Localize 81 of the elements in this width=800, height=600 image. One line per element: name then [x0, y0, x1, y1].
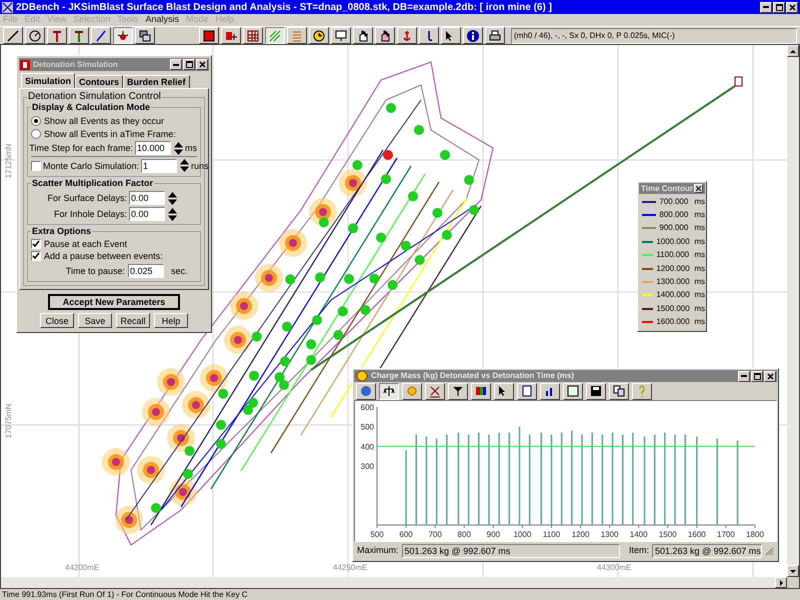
y-tick-label: 600	[360, 403, 374, 412]
option-label: Show all Events as they occur	[44, 114, 164, 126]
x-tick-label: 1600	[688, 530, 706, 539]
x-tick-label: 1000	[513, 530, 532, 539]
legend-unit: ms	[694, 302, 705, 315]
group-title: Display & Calculation Mode	[31, 101, 152, 113]
status-info-field: (mh0 / 46), -, -, Sx 0, DHx 0, P 0.025s, MIC(-)	[511, 28, 797, 44]
easting-label: 44250mE	[333, 563, 368, 573]
dialog-button[interactable]: Help	[154, 313, 188, 328]
legend-title: Time Contour	[641, 182, 693, 194]
legend-unit: ms	[694, 249, 705, 262]
input-field[interactable]: 1	[141, 158, 178, 172]
maximum-label: Maximum:	[357, 544, 399, 558]
easting-label: 44200mE	[65, 563, 100, 573]
y-tick-label: 500	[360, 422, 374, 432]
unit-label: ms	[185, 142, 197, 154]
input-field[interactable]: 0.00	[129, 207, 165, 221]
northing-label: 17075mN	[3, 402, 14, 440]
input-field[interactable]: 10.000	[135, 141, 171, 155]
northing-label: 17125mN	[3, 142, 14, 180]
x-tick-label: 1100	[542, 530, 560, 539]
legend-value: 1300.000	[656, 276, 688, 288]
input-field[interactable]: 0.025	[128, 264, 164, 278]
tab[interactable]: Simulation	[21, 73, 76, 88]
unit-label: sec.	[171, 264, 189, 276]
accept-button[interactable]: Accept New Parameters	[48, 294, 180, 310]
tab[interactable]: Contours	[75, 75, 124, 88]
x-tick-label: 1500	[658, 530, 677, 539]
legend-unit: ms	[694, 196, 705, 208]
legend-value: 1400.000	[656, 289, 688, 302]
item-label: Item:	[628, 544, 649, 558]
dialog-button[interactable]: Recall	[116, 313, 150, 328]
input-field[interactable]: 0.00	[129, 191, 165, 205]
x-tick-label: 500	[370, 530, 384, 539]
legend-value: 900.000	[659, 222, 688, 234]
y-tick-label: 300	[360, 462, 374, 471]
dialog-button[interactable]: Close	[40, 313, 74, 328]
field-label: For Inhole Delays:	[54, 208, 127, 220]
field-label: For Surface Delays:	[47, 192, 127, 204]
menu-item[interactable]: Analysis	[145, 13, 179, 27]
field-label: Time to pause:	[66, 264, 125, 276]
window-title: 2DBench - JKSimBlast Surface Blast Design and Analysis - ST=dnap_0808.stk, DB=example.2db: [ iron mine (6) ]	[16, 0, 553, 14]
x-tick-label: 1300	[600, 530, 619, 539]
option-label: Monte Carlo Simulation:	[43, 160, 140, 172]
legend-unit: ms	[694, 222, 705, 234]
legend-value: 1500.000	[656, 302, 688, 315]
legend-unit: ms	[694, 289, 705, 302]
legend-unit: ms	[694, 262, 705, 275]
legend-value: 1200.000	[656, 262, 688, 275]
x-tick-label: 800	[458, 530, 471, 539]
x-tick-label: 1200	[572, 530, 590, 539]
status-message: Time 991.93ms (First Run Of 1) - For Continuous Mode Hit the Key C	[2, 590, 248, 600]
x-tick-label: 1700	[717, 530, 735, 539]
legend-unit: ms	[694, 236, 705, 248]
option-label: Pause at each Event	[44, 238, 128, 250]
field-label: Time Step for each frame:	[29, 142, 133, 154]
dialog-button[interactable]: Save	[78, 313, 112, 328]
x-tick-label: 900	[486, 530, 500, 539]
x-tick-label: 1800	[746, 530, 764, 539]
legend-value: 1100.000	[656, 249, 688, 262]
option-label: Add a pause between events:	[44, 250, 163, 262]
group-title: Extra Options	[31, 225, 92, 237]
legend-value: 1600.000	[656, 316, 688, 328]
legend-value: 1000.000	[656, 236, 688, 248]
x-tick-label: 600	[399, 530, 413, 539]
legend-unit: ms	[694, 316, 705, 328]
maximum-value: 501.263 kg @ 992.607 ms	[402, 544, 620, 558]
easting-label: 44300mE	[597, 563, 632, 573]
x-tick-label: 1400	[630, 530, 648, 539]
y-tick-label: 400	[360, 442, 374, 452]
tab[interactable]: Burden Relief	[123, 75, 190, 88]
legend-value: 700.000	[659, 196, 688, 208]
legend-value: 800.000	[659, 209, 688, 222]
x-tick-label: 700	[428, 530, 442, 539]
chart-window-title: Charge Mass (kg) Detonated vs Detonation Time (ms)	[371, 370, 575, 382]
group-title: Scatter Multiplication Factor	[31, 177, 154, 189]
legend-unit: ms	[694, 209, 705, 222]
legend-unit: ms	[694, 276, 705, 288]
item-value: 501.263 kg @ 992.607 ms	[652, 544, 762, 558]
dialog-title: Detonation Simulation	[33, 58, 119, 70]
option-label: Show all Events in aTime Frame:	[44, 128, 176, 140]
